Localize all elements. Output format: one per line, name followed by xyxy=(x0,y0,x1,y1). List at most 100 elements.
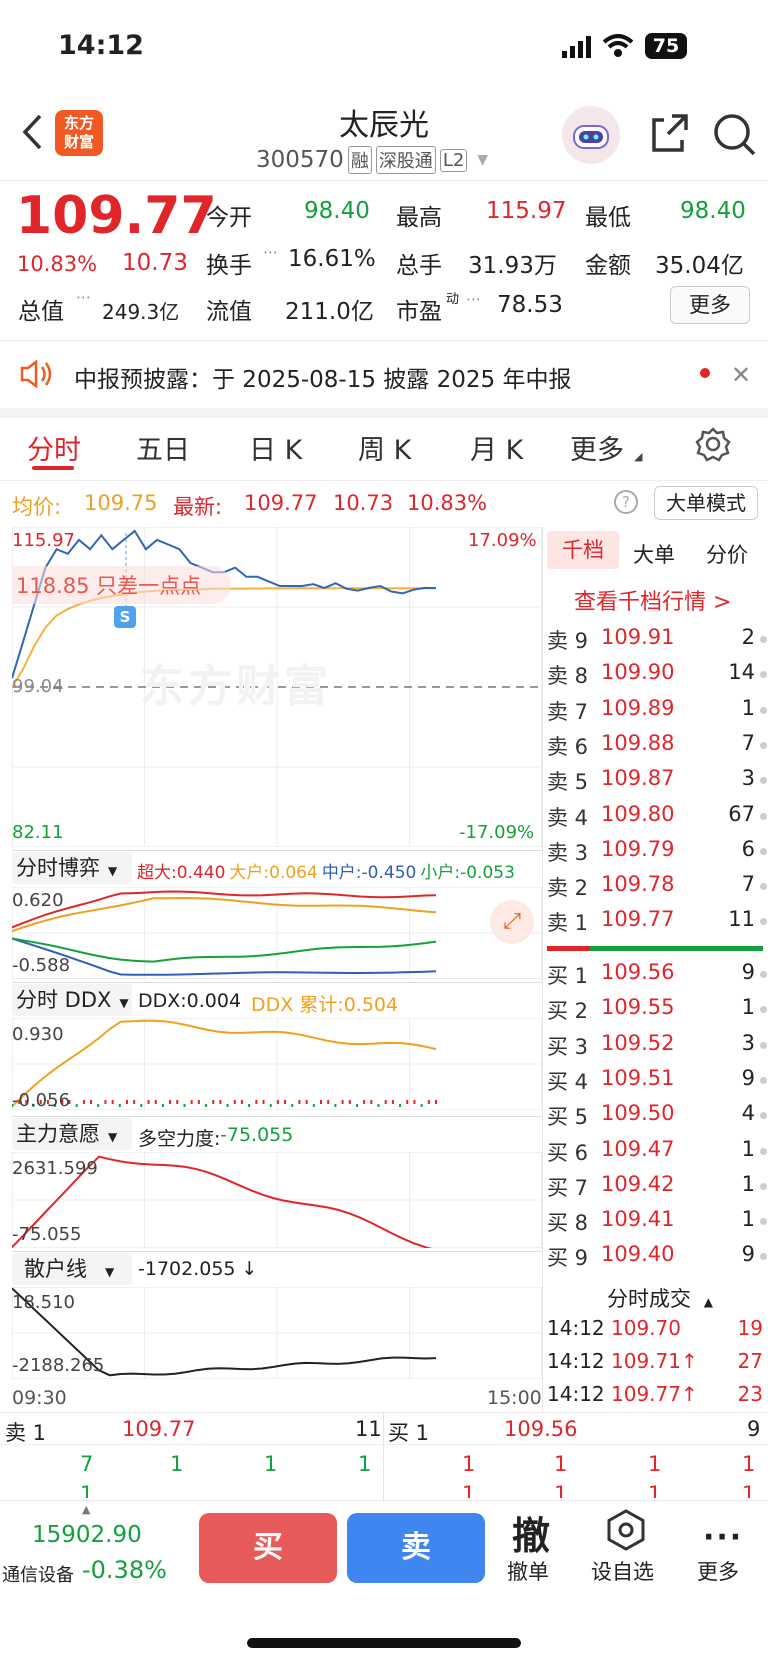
ask-level[interactable]: 卖 7 109.89 1 xyxy=(547,696,767,731)
side-tab-qiandang[interactable]: 千档 xyxy=(547,531,619,569)
level-volume: 1 xyxy=(741,1171,755,1196)
queue-cell: 1 xyxy=(358,1452,372,1476)
divider xyxy=(12,1116,542,1117)
gear-icon[interactable] xyxy=(695,426,731,466)
level-price: 109.50 xyxy=(601,1101,675,1126)
index-value[interactable]: 15902.90 xyxy=(32,1522,142,1548)
queue-cell: 1 xyxy=(742,1452,756,1476)
stock-code-row[interactable]: 300570 融 深股通 L2 ▼ xyxy=(256,146,488,174)
tab-underline xyxy=(32,466,74,470)
ask-level[interactable]: 卖 4 109.80 67 xyxy=(547,802,767,837)
ask-level[interactable]: 卖 2 109.78 7 xyxy=(547,872,767,907)
level-price: 109.80 xyxy=(601,801,675,826)
ask-level[interactable]: 卖 9 109.91 2 xyxy=(547,625,767,660)
bid-level[interactable]: 买 6 109.47 1 xyxy=(547,1137,767,1172)
battery-icon: 75 xyxy=(645,33,687,59)
sell-button[interactable]: 卖 xyxy=(347,1513,485,1583)
notice-text[interactable]: 中报预披露：于 2025-08-15 披露 2025 年中报 xyxy=(74,360,571,394)
price-hint[interactable]: 118.85 只差一点点 xyxy=(12,566,232,604)
ddx-chart[interactable] xyxy=(12,1018,542,1110)
pe-value: 78.53 xyxy=(497,292,563,318)
side-tab-big-order[interactable]: 大单 xyxy=(633,539,675,569)
signal-s-icon[interactable]: S xyxy=(114,606,136,628)
search-icon[interactable] xyxy=(712,112,756,160)
level-price: 109.87 xyxy=(601,766,675,791)
bid-level[interactable]: 买 3 109.52 3 xyxy=(547,1031,767,1066)
bid-level[interactable]: 买 7 109.42 1 xyxy=(547,1172,767,1207)
view-depth-link[interactable]: 查看千档行情 > xyxy=(574,584,731,616)
ddx-selector[interactable]: 分时 DDX ▼ xyxy=(12,984,132,1016)
hexagon-icon[interactable] xyxy=(604,1508,648,1556)
ddx-bottom: -0.056 xyxy=(12,1090,71,1111)
info-icon[interactable]: ⋯ xyxy=(466,290,481,308)
tab-day-k[interactable]: 日 K xyxy=(249,428,302,467)
ask-level[interactable]: 卖 8 109.90 14 xyxy=(547,660,767,695)
tab-five-day[interactable]: 五日 xyxy=(136,428,190,467)
tab-more[interactable]: 更多 xyxy=(570,428,624,467)
share-icon[interactable] xyxy=(648,112,690,158)
level-volume: 7 xyxy=(741,872,755,897)
legend-small: 小户:-0.053 xyxy=(420,863,515,883)
ask-level[interactable]: 卖 1 109.77 11 xyxy=(547,907,767,942)
close-icon[interactable]: ✕ xyxy=(731,361,751,389)
time-start: 09:30 xyxy=(12,1387,67,1409)
level-dot xyxy=(760,918,767,926)
retail-selector[interactable]: 散户线 ▼ xyxy=(12,1253,132,1285)
wifi-icon xyxy=(602,34,634,62)
label-pe: 市盈 xyxy=(396,299,442,325)
info-icon[interactable]: ⋯ xyxy=(76,288,91,306)
expand-icon[interactable]: ⤢ xyxy=(490,900,534,944)
ask-level[interactable]: 卖 6 109.88 7 xyxy=(547,731,767,766)
queue-buy-price: 109.56 xyxy=(504,1417,578,1441)
add-watchlist-label[interactable]: 设自选 xyxy=(591,1556,654,1586)
tick-price: 109.70 xyxy=(611,1316,681,1340)
bid-level[interactable]: 买 5 109.50 4 xyxy=(547,1101,767,1136)
ticks-title[interactable]: 分时成交 ▲ xyxy=(607,1283,713,1313)
more-button[interactable]: 更多 xyxy=(670,286,750,324)
game-chart[interactable] xyxy=(12,887,542,979)
level-dot xyxy=(760,847,767,855)
bid-level[interactable]: 买 2 109.55 1 xyxy=(547,995,767,1030)
level-dot xyxy=(760,1076,767,1084)
ask-level[interactable]: 卖 3 109.79 6 xyxy=(547,837,767,872)
buy-button[interactable]: 买 xyxy=(199,1513,337,1583)
side-tab-price[interactable]: 分价 xyxy=(706,539,748,569)
ddx-cum: DDX 累计:0.504 xyxy=(251,994,399,1016)
power-selector[interactable]: 主力意愿 ▼ xyxy=(12,1118,132,1150)
help-icon[interactable]: ? xyxy=(614,490,638,514)
caret-up-icon: ▲ xyxy=(703,1295,713,1309)
level-volume: 1 xyxy=(741,1207,755,1232)
label-high: 最高 xyxy=(396,205,442,231)
cancel-order-icon[interactable]: 撤 xyxy=(512,1505,550,1560)
ask-level[interactable]: 卖 5 109.87 3 xyxy=(547,766,767,801)
more-dots-icon[interactable]: ··· xyxy=(703,1520,743,1555)
info-icon[interactable]: ⋯ xyxy=(263,243,278,261)
sector-name[interactable]: 通信设备 xyxy=(2,1561,74,1587)
turnover-value: 16.61% xyxy=(288,246,376,272)
queue-sell-vol: 11 xyxy=(355,1417,382,1441)
tick-row: 14:12 109.70 19 xyxy=(547,1316,767,1340)
bid-level[interactable]: 买 8 109.41 1 xyxy=(547,1207,767,1242)
tab-week-k[interactable]: 周 K xyxy=(358,428,411,467)
tick-time: 14:12 xyxy=(547,1382,605,1406)
bid-level[interactable]: 买 4 109.51 9 xyxy=(547,1066,767,1101)
level-dot xyxy=(760,1218,767,1226)
robot-avatar-icon[interactable] xyxy=(562,106,620,164)
tab-fenshi[interactable]: 分时 xyxy=(27,428,81,467)
level-label: 卖 3 xyxy=(547,840,589,865)
ddx-top: 0.930 xyxy=(12,1024,64,1045)
label-amount: 金额 xyxy=(585,253,631,279)
more-label[interactable]: 更多 xyxy=(697,1556,739,1586)
queue-cell: 1 xyxy=(648,1452,662,1476)
game-selector[interactable]: 分时博弈 ▼ xyxy=(12,852,132,884)
big-order-mode-button[interactable]: 大单模式 xyxy=(654,486,758,520)
tab-month-k[interactable]: 月 K xyxy=(470,428,523,467)
level-volume: 11 xyxy=(728,907,755,932)
queue-cell: 1 xyxy=(462,1452,476,1476)
open-value: 98.40 xyxy=(304,198,370,224)
cancel-order-label[interactable]: 撤单 xyxy=(507,1556,549,1586)
mktcap-value: 249.3亿 xyxy=(102,300,180,324)
bid-level[interactable]: 买 9 109.40 9 xyxy=(547,1242,767,1277)
level-label: 卖 6 xyxy=(547,734,589,759)
bid-level[interactable]: 买 1 109.56 9 xyxy=(547,960,767,995)
